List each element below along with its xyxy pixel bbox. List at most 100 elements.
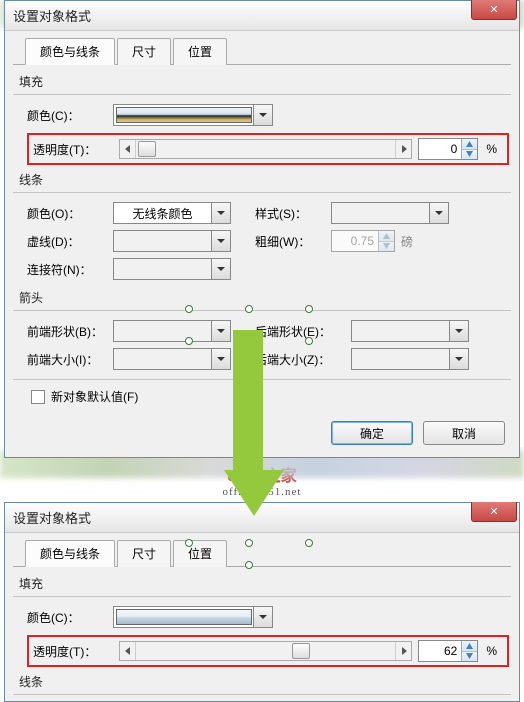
chevron-down-icon[interactable]	[211, 320, 231, 342]
selection-handle[interactable]	[245, 539, 253, 547]
fill-color-combo[interactable]	[113, 606, 273, 628]
selection-handle[interactable]	[245, 305, 253, 313]
chevron-down-icon[interactable]	[449, 348, 469, 370]
line-dash-combo[interactable]	[113, 230, 231, 252]
divider	[13, 310, 511, 311]
tab-position[interactable]: 位置	[173, 38, 227, 65]
line-conn-combo[interactable]	[113, 258, 231, 280]
watermark-sub: office.jb51.net	[0, 486, 524, 498]
selection-handle[interactable]	[185, 539, 193, 547]
divider	[13, 694, 511, 695]
end-size-combo[interactable]	[351, 348, 469, 370]
line-color-value: 无线条颜色	[132, 205, 192, 222]
panel: 填充 颜色(C)： 透明度(T)：	[5, 65, 519, 413]
transparency-label: 透明度(T)：	[33, 643, 113, 660]
slider-left-icon[interactable]	[120, 140, 136, 158]
window-title: 设置对象格式	[13, 6, 91, 25]
transparency-input[interactable]	[419, 641, 461, 661]
selection-handle[interactable]	[305, 539, 313, 547]
window-title: 设置对象格式	[13, 508, 91, 527]
spin-down-icon[interactable]	[462, 652, 477, 662]
button-bar: 确定 取消	[5, 413, 519, 457]
transparency-slider[interactable]	[119, 641, 412, 661]
end-size-label: 后端大小(Z)：	[255, 351, 345, 368]
pct-label: %	[484, 142, 499, 156]
fill-swatch	[116, 107, 252, 123]
slider-right-icon[interactable]	[395, 140, 411, 158]
fill-swatch	[116, 609, 252, 625]
default-label: 新对象默认值(F)	[51, 388, 138, 405]
tab-bar: 颜色与线条 尺寸 位置	[13, 31, 511, 65]
section-fill-label: 填充	[13, 573, 511, 594]
section-arrows-label: 箭头	[13, 287, 511, 308]
selection-handle[interactable]	[305, 337, 313, 345]
chevron-down-icon[interactable]	[253, 606, 273, 628]
transparency-label: 透明度(T)：	[33, 141, 113, 158]
chevron-down-icon[interactable]	[253, 104, 273, 126]
titlebar[interactable]: 设置对象格式 ✕	[5, 1, 519, 31]
selection-handle[interactable]	[305, 305, 313, 313]
fill-color-label: 颜色(C)：	[27, 107, 107, 124]
chevron-down-icon[interactable]	[211, 258, 231, 280]
line-weight-label: 粗细(W)：	[255, 233, 325, 250]
tab-size[interactable]: 尺寸	[117, 540, 171, 567]
slider-right-icon[interactable]	[395, 642, 411, 660]
tab-bar: 颜色与线条 尺寸 位置	[13, 533, 511, 567]
transparency-highlight: 透明度(T)： %	[27, 635, 509, 667]
spin-up-icon[interactable]	[462, 139, 477, 150]
close-button[interactable]: ✕	[471, 502, 517, 522]
transparency-input[interactable]	[419, 139, 461, 159]
line-weight-value[interactable]	[331, 230, 395, 252]
slider-thumb[interactable]	[138, 141, 156, 157]
selection-handle[interactable]	[245, 561, 253, 569]
tab-color-lines[interactable]: 颜色与线条	[25, 38, 115, 65]
transparency-value[interactable]	[418, 640, 478, 662]
line-color-combo[interactable]: 无线条颜色	[113, 202, 231, 224]
weight-unit: 磅	[401, 233, 413, 250]
selection-handle[interactable]	[245, 337, 253, 345]
close-icon: ✕	[489, 505, 498, 518]
transparency-highlight: 透明度(T)： %	[27, 133, 509, 165]
divider	[13, 596, 511, 597]
chevron-down-icon[interactable]	[211, 230, 231, 252]
begin-shape-combo[interactable]	[113, 320, 231, 342]
line-style-label: 样式(S)：	[255, 205, 325, 222]
chevron-down-icon[interactable]	[211, 202, 231, 224]
cancel-button[interactable]: 取消	[423, 421, 505, 445]
line-color-label: 颜色(O)：	[27, 205, 107, 222]
slider-left-icon[interactable]	[120, 642, 136, 660]
tab-position[interactable]: 位置	[173, 540, 227, 567]
format-object-dialog-top: 设置对象格式 ✕ 颜色与线条 尺寸 位置 填充 颜色(C)： 透明度(T)：	[4, 0, 520, 458]
tab-size[interactable]: 尺寸	[117, 38, 171, 65]
selection-handle[interactable]	[185, 337, 193, 345]
spin-up-icon[interactable]	[379, 231, 394, 242]
fill-color-label: 颜色(C)：	[27, 609, 107, 626]
section-line-label: 线条	[13, 671, 511, 692]
weight-input[interactable]	[332, 231, 378, 251]
begin-size-label: 前端大小(I)：	[27, 351, 107, 368]
fill-color-combo[interactable]	[113, 104, 273, 126]
slider-thumb[interactable]	[292, 643, 310, 659]
transparency-value[interactable]	[418, 138, 478, 160]
spin-up-icon[interactable]	[462, 641, 477, 652]
chevron-down-icon[interactable]	[211, 348, 231, 370]
divider	[13, 94, 511, 95]
spin-down-icon[interactable]	[379, 242, 394, 252]
close-button[interactable]: ✕	[471, 0, 517, 20]
tab-color-lines[interactable]: 颜色与线条	[25, 540, 115, 567]
default-checkbox[interactable]	[31, 390, 45, 404]
titlebar[interactable]: 设置对象格式 ✕	[5, 503, 519, 533]
line-style-combo[interactable]	[331, 202, 449, 224]
begin-shape-label: 前端形状(B)：	[27, 323, 107, 340]
chevron-down-icon[interactable]	[429, 202, 449, 224]
ok-button[interactable]: 确定	[331, 421, 413, 445]
section-line-label: 线条	[13, 169, 511, 190]
spin-down-icon[interactable]	[462, 150, 477, 160]
format-object-dialog-bottom: 设置对象格式 ✕ 颜色与线条 尺寸 位置 填充 颜色(C)： 透明度(T)：	[4, 502, 520, 702]
begin-size-combo[interactable]	[113, 348, 231, 370]
end-shape-combo[interactable]	[351, 320, 469, 342]
chevron-down-icon[interactable]	[449, 320, 469, 342]
divider	[13, 379, 511, 380]
transparency-slider[interactable]	[119, 139, 412, 159]
selection-handle[interactable]	[185, 305, 193, 313]
